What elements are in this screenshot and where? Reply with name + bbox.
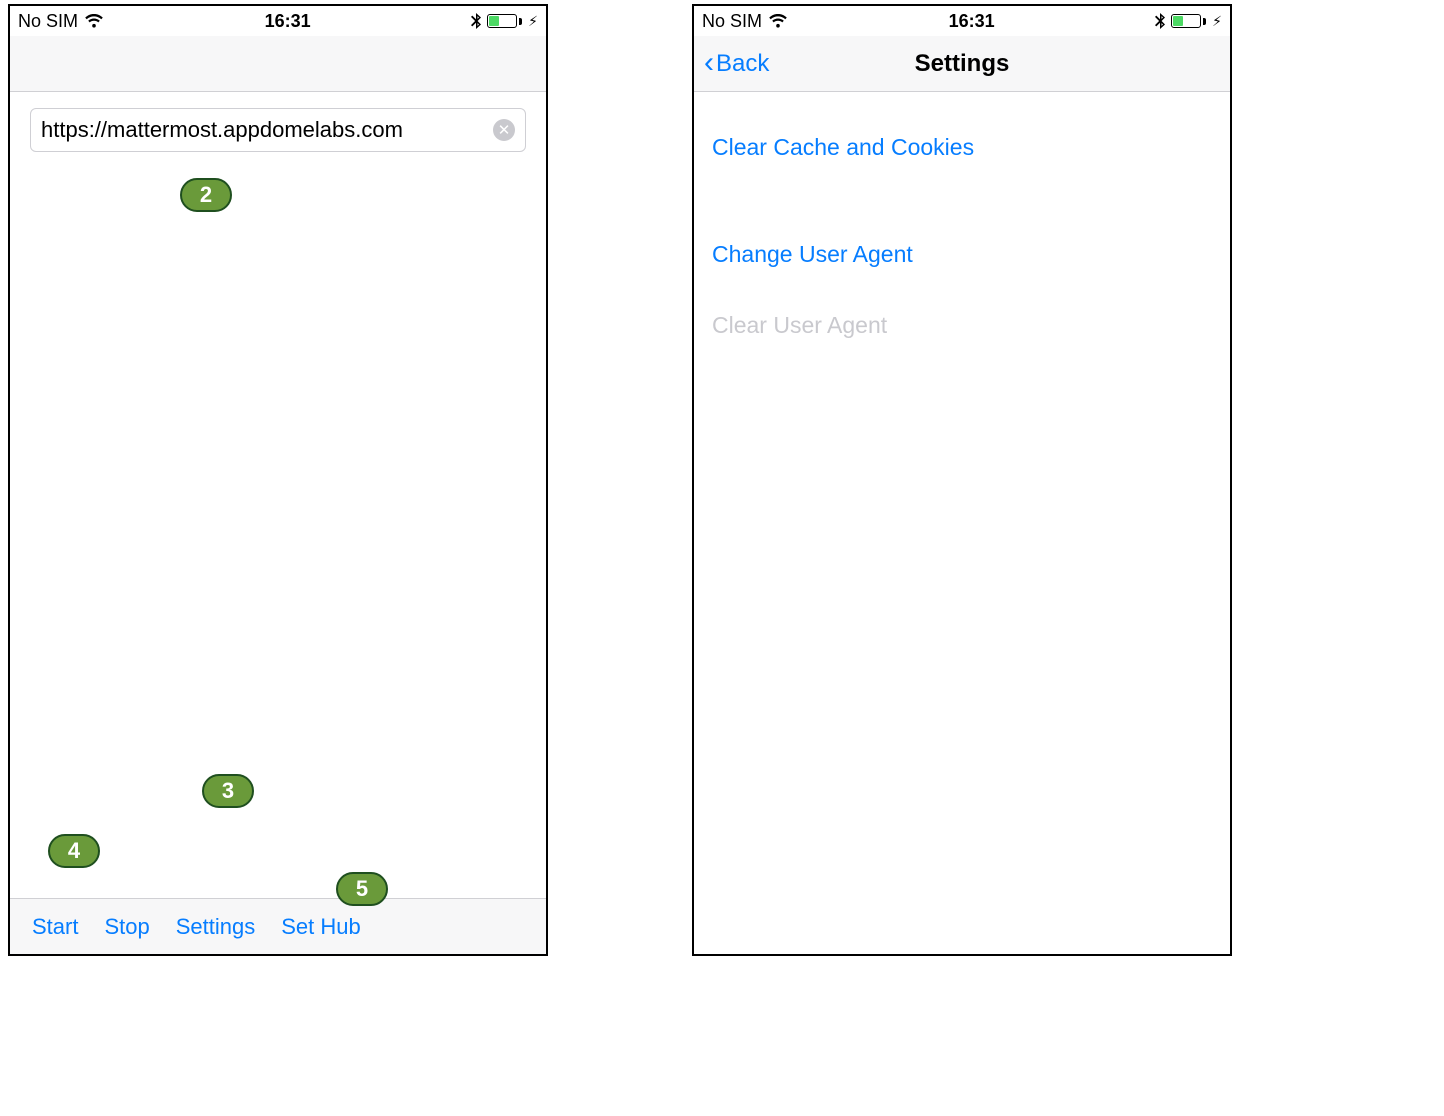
annotation-badge-2: 2: [180, 178, 232, 212]
charging-icon: ⚡︎: [528, 13, 538, 30]
clear-user-agent-button: Clear User Agent: [694, 290, 1230, 361]
page-title: Settings: [694, 50, 1230, 78]
wifi-icon: [84, 14, 104, 29]
status-bar: No SIM 16:31 ⚡︎: [10, 6, 546, 36]
status-time: 16:31: [265, 11, 311, 32]
bottom-toolbar: Start Stop Settings Set Hub: [10, 898, 546, 954]
battery-icon: [1171, 14, 1206, 28]
annotation-badge-3: 3: [202, 774, 254, 808]
start-button[interactable]: Start: [32, 914, 78, 940]
clear-cache-button[interactable]: Clear Cache and Cookies: [694, 112, 1230, 183]
annotation-badge-4: 4: [48, 834, 100, 868]
url-text: https://mattermost.appdomelabs.com: [41, 117, 485, 143]
nav-bar-spacer: [10, 36, 546, 92]
carrier-label: No SIM: [18, 11, 78, 32]
bluetooth-icon: [1155, 13, 1165, 29]
status-time: 16:31: [949, 11, 995, 32]
nav-bar: ‹ Back Settings: [694, 36, 1230, 92]
clear-url-icon[interactable]: ✕: [493, 119, 515, 141]
phone-screenshot-left: No SIM 16:31 ⚡︎ https://mattermost.: [8, 4, 548, 956]
charging-icon: ⚡︎: [1212, 13, 1222, 30]
stop-button[interactable]: Stop: [104, 914, 149, 940]
battery-icon: [487, 14, 522, 28]
change-user-agent-button[interactable]: Change User Agent: [694, 219, 1230, 290]
chevron-left-icon: ‹: [704, 48, 714, 78]
back-button[interactable]: ‹ Back: [704, 49, 769, 79]
settings-button[interactable]: Settings: [176, 914, 256, 940]
url-input[interactable]: https://mattermost.appdomelabs.com ✕: [30, 108, 526, 152]
settings-list: Clear Cache and Cookies Change User Agen…: [694, 92, 1230, 361]
carrier-label: No SIM: [702, 11, 762, 32]
set-hub-button[interactable]: Set Hub: [281, 914, 361, 940]
bluetooth-icon: [471, 13, 481, 29]
wifi-icon: [768, 14, 788, 29]
back-label: Back: [716, 50, 769, 78]
phone-screenshot-right: No SIM 16:31 ⚡︎ ‹ Back: [692, 4, 1232, 956]
status-bar: No SIM 16:31 ⚡︎: [694, 6, 1230, 36]
